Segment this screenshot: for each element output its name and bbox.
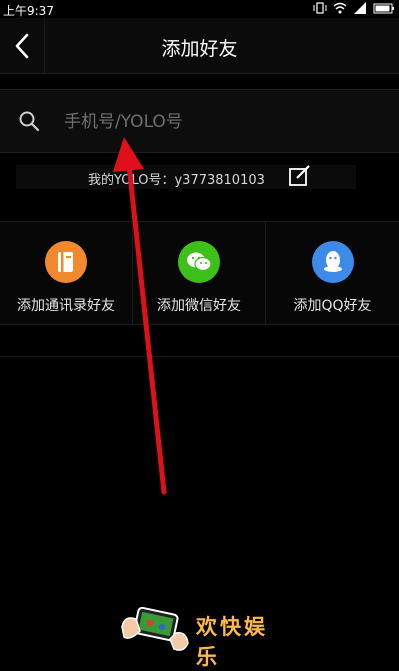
watermark-logo: 欢快娱乐 (118, 597, 278, 669)
search-icon (19, 111, 40, 132)
add-wechat-friend-label: 添加微信好友 (157, 298, 241, 314)
status-icons (313, 1, 395, 15)
add-qq-friend-label: 添加QQ好友 (293, 298, 372, 314)
status-bar: 上午9:37 (0, 0, 399, 18)
my-id-text: 我的YOLO号：y3773810103 (88, 173, 265, 188)
watermark-text: 欢快娱乐 (196, 615, 268, 669)
vibrate-icon (313, 2, 327, 14)
contacts-book-icon (45, 241, 87, 283)
wechat-icon (178, 241, 220, 283)
search-input[interactable] (62, 104, 386, 140)
status-time: 上午9:37 (3, 4, 54, 18)
hands-holding-phone-icon (121, 606, 189, 651)
add-contacts-friend-label: 添加通讯录好友 (17, 298, 115, 314)
add-wechat-friend-button[interactable]: 添加微信好友 (133, 222, 266, 324)
navigation-bar: 添加好友 (0, 18, 399, 74)
page-title: 添加好友 (161, 38, 238, 60)
signal-icon (354, 2, 366, 14)
qq-penguin-icon (311, 241, 354, 283)
add-friend-options: 添加通讯录好友 添加微信好友 添加QQ好友 (0, 221, 399, 325)
battery-icon (373, 3, 394, 14)
my-id-row: 我的YOLO号：y3773810103 (16, 165, 356, 189)
add-qq-friend-button[interactable]: 添加QQ好友 (266, 222, 399, 324)
search-bar (0, 89, 399, 153)
edit-icon[interactable] (288, 164, 312, 188)
wifi-icon (333, 2, 347, 14)
add-contacts-friend-button[interactable]: 添加通讯录好友 (0, 222, 133, 324)
divider (0, 356, 399, 357)
